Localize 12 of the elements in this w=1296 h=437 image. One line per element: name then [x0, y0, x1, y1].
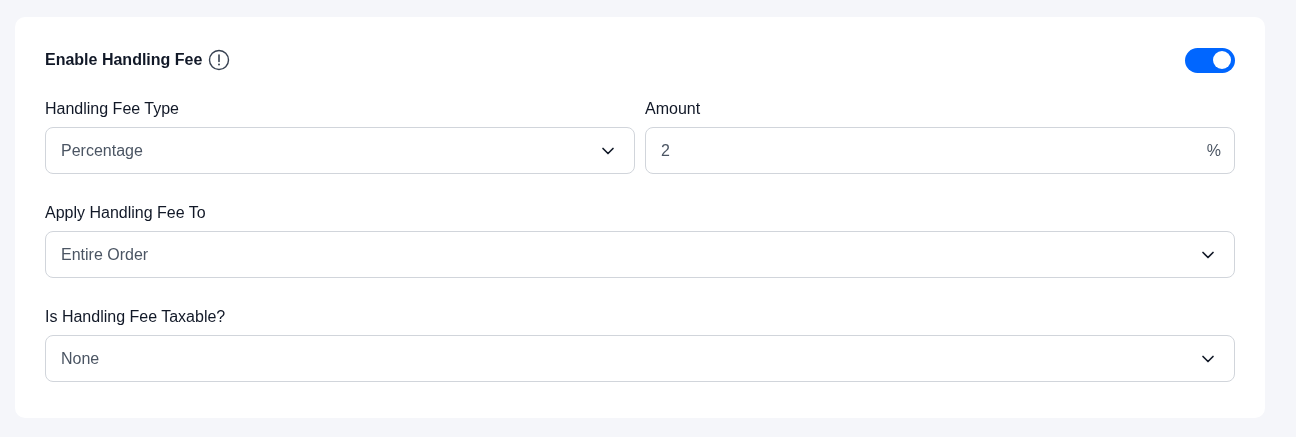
field-label: Is Handling Fee Taxable?	[45, 307, 227, 327]
amount-field[interactable]: 2 %	[645, 127, 1235, 174]
field-label: Apply Handling Fee To	[45, 203, 207, 223]
field-label: Amount	[645, 99, 702, 119]
select-dropdown[interactable]: Percentage	[45, 127, 635, 174]
toggle-switch[interactable]	[1185, 47, 1235, 73]
info-icon[interactable]	[208, 49, 231, 71]
unit-suffix: %	[1206, 140, 1221, 161]
select-dropdown[interactable]: None	[45, 335, 1235, 382]
field-label: Handling Fee Type	[45, 99, 180, 119]
select-dropdown[interactable]: Entire Order	[45, 231, 1235, 278]
section-title: Enable Handling Fee	[45, 50, 203, 70]
